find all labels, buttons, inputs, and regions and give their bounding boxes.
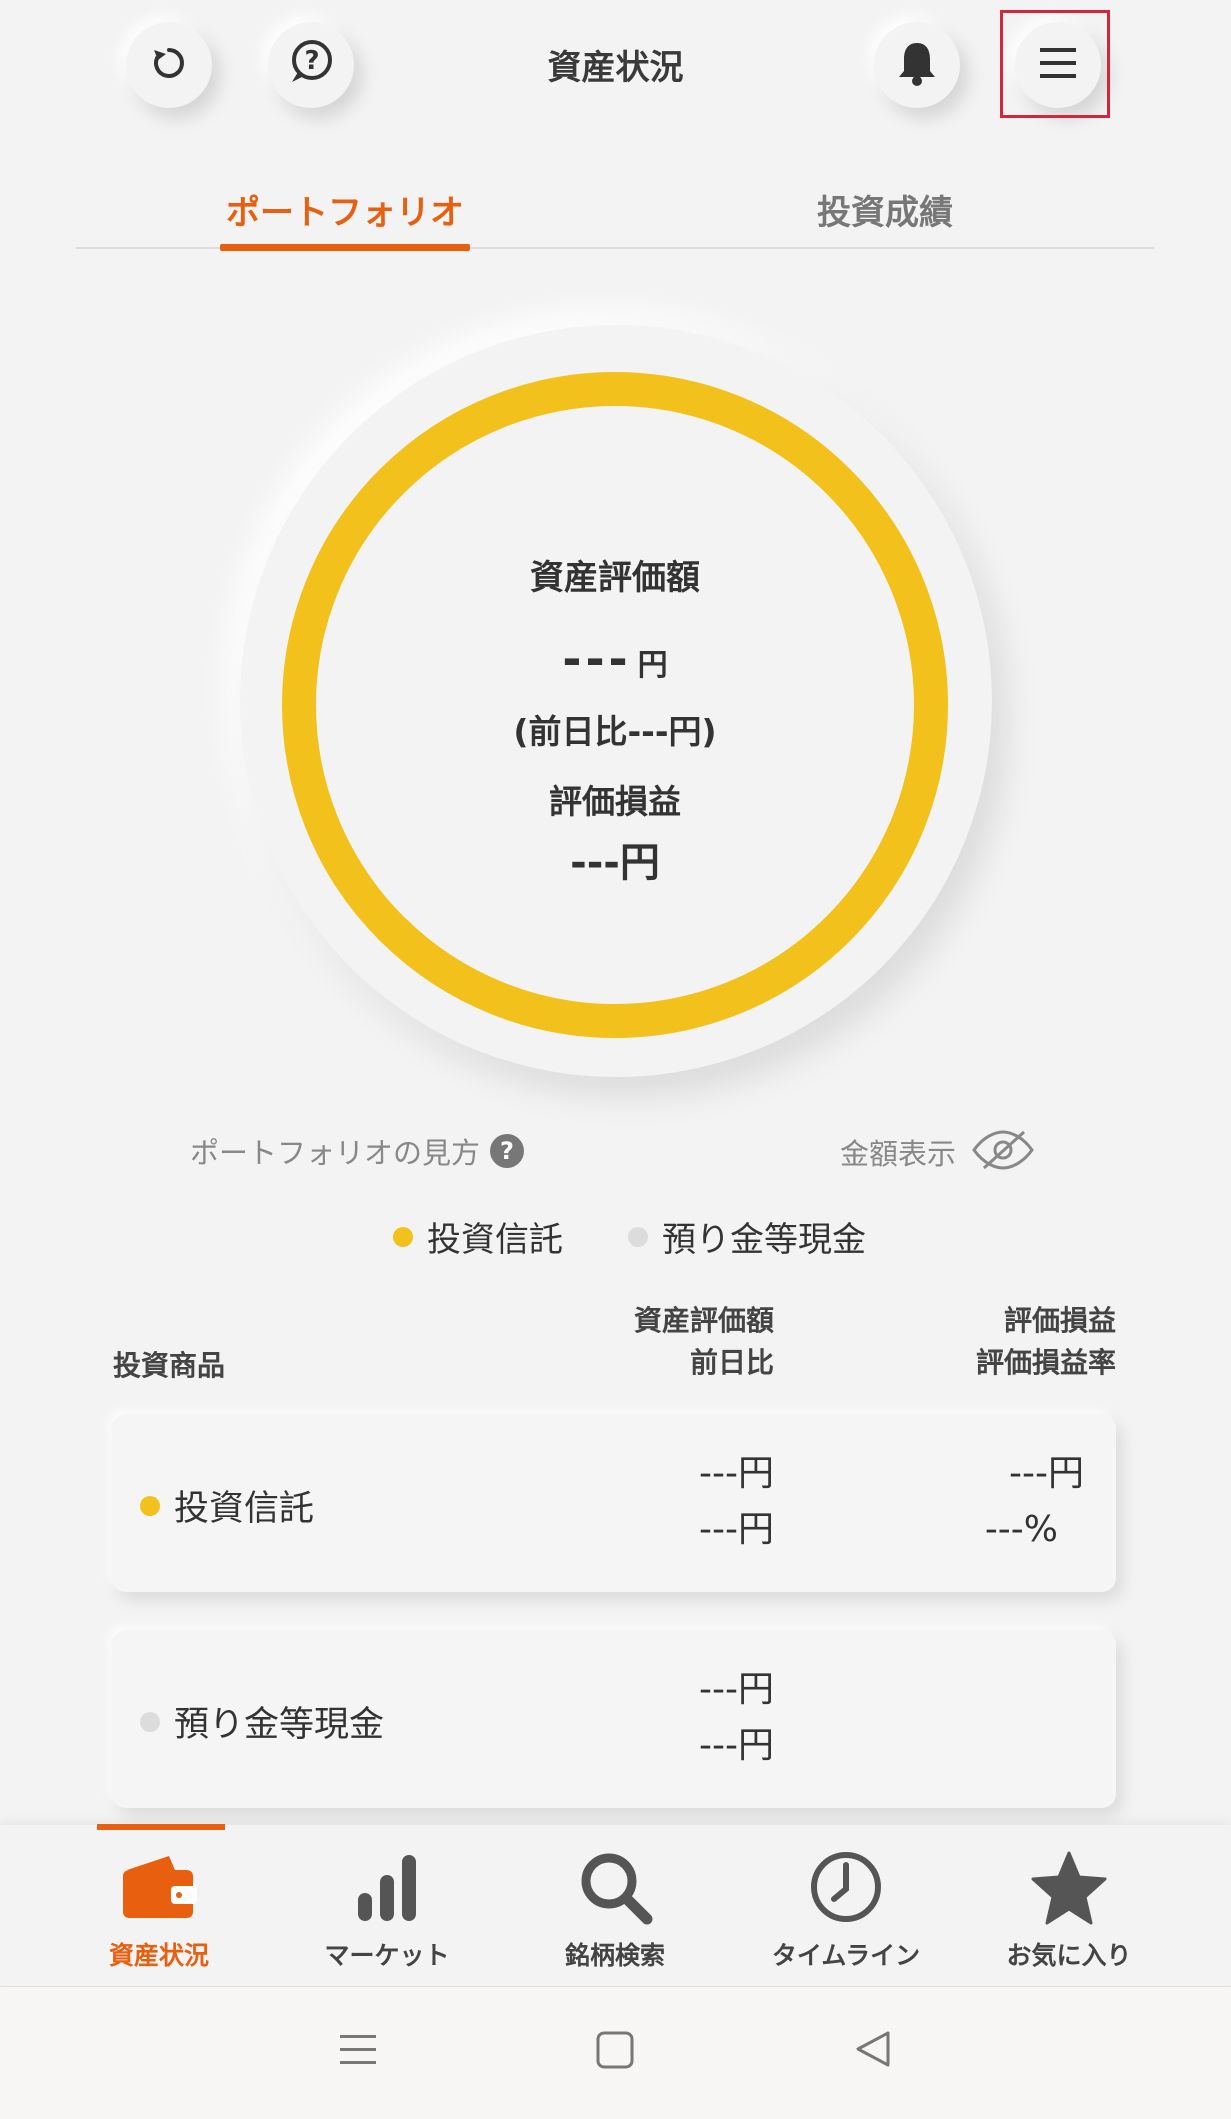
bar-chart-icon <box>287 1842 487 1932</box>
portfolio-help-label: ポートフォリオの見方 <box>190 1136 481 1170</box>
day-change: (前日比---円) <box>513 712 717 751</box>
clock-icon <box>746 1842 946 1932</box>
row-pl-amount: ---円 <box>1009 1453 1084 1494</box>
row-dot <box>140 1495 160 1516</box>
legend-label: 預り金等現金 <box>662 1220 866 1260</box>
asset-value-label: 資産評価額 <box>530 558 700 598</box>
bell-icon <box>895 39 939 91</box>
nav-item-market[interactable]: マーケット <box>287 1842 487 1972</box>
row-pl: ---円 ---% <box>892 1446 1084 1558</box>
show-amount-label: 金額表示 <box>840 1137 957 1171</box>
eye-slash-icon <box>970 1128 1036 1176</box>
back-icon[interactable] <box>854 2029 892 2073</box>
nav-label: 資産状況 <box>108 1941 209 1970</box>
nav-item-search[interactable]: 銘柄検索 <box>515 1842 715 1972</box>
row-product: 預り金等現金 <box>140 1696 384 1747</box>
nav-active-indicator <box>97 1824 225 1830</box>
recent-apps-icon[interactable] <box>338 2029 378 2073</box>
table-row[interactable]: 投資信託 ---円 ---円 ---円 ---% <box>112 1414 1116 1592</box>
row-product: 投資信託 <box>140 1480 314 1531</box>
row-value-change: ---円 <box>699 1509 774 1550</box>
nav-label: お気に入り <box>1006 1941 1132 1970</box>
tab-portfolio[interactable]: ポートフォリオ <box>195 185 495 234</box>
system-nav-bar <box>0 1986 1231 2119</box>
col-header-value-line1: 資産評価額 <box>633 1304 774 1337</box>
row-value: ---円 ---円 <box>612 1662 774 1774</box>
row-product-name: 預り金等現金 <box>174 1705 385 1745</box>
profit-loss-label: 評価損益 <box>549 782 681 821</box>
row-value-change: ---円 <box>699 1725 774 1766</box>
col-header-product: 投資商品 <box>113 1349 226 1382</box>
home-icon[interactable] <box>596 2031 634 2073</box>
tab-performance[interactable]: 投資成績 <box>735 185 1035 234</box>
star-icon <box>969 1842 1169 1932</box>
row-pl-rate: ---% <box>984 1509 1058 1550</box>
asset-value-unit: 円 <box>637 648 668 683</box>
portfolio-help-link[interactable]: ポートフォリオの見方 ? <box>190 1130 525 1172</box>
nav-item-favorites[interactable]: お気に入り <box>969 1842 1169 1972</box>
col-header-pl: 評価損益 評価損益率 <box>900 1300 1116 1384</box>
asset-value: --- 円 <box>282 632 948 686</box>
nav-label: タイムライン <box>771 1941 921 1970</box>
row-value-amount: ---円 <box>699 1669 774 1710</box>
menu-highlight-box <box>1000 10 1110 118</box>
profit-loss-value: ---円 <box>570 840 660 886</box>
show-amount-toggle[interactable]: 金額表示 <box>840 1128 1036 1176</box>
table-row[interactable]: 預り金等現金 ---円 ---円 <box>112 1630 1116 1808</box>
search-icon <box>515 1842 715 1932</box>
row-value-amount: ---円 <box>699 1453 774 1494</box>
nav-label: マーケット <box>324 1941 450 1970</box>
row-dot <box>140 1711 160 1732</box>
tab-active-indicator <box>220 244 470 251</box>
col-header-pl-line2: 評価損益率 <box>975 1346 1116 1379</box>
nav-label: 銘柄検索 <box>564 1941 665 1970</box>
question-icon: ? <box>490 1134 525 1168</box>
legend-item-investment-trust: 投資信託 <box>393 1212 563 1261</box>
row-product-name: 投資信託 <box>174 1489 315 1529</box>
wallet-icon <box>59 1842 259 1932</box>
legend-label: 投資信託 <box>427 1220 563 1260</box>
row-value: ---円 ---円 <box>612 1446 774 1558</box>
legend-dot <box>393 1226 413 1247</box>
notification-button[interactable] <box>874 22 960 108</box>
col-header-value: 資産評価額 前日比 <box>560 1300 774 1384</box>
nav-item-assets[interactable]: 資産状況 <box>59 1842 259 1972</box>
asset-value-number: --- <box>562 632 632 686</box>
col-header-value-line2: 前日比 <box>689 1346 774 1379</box>
nav-item-timeline[interactable]: タイムライン <box>746 1842 946 1972</box>
legend-dot <box>628 1226 648 1247</box>
legend-item-cash: 預り金等現金 <box>628 1212 866 1261</box>
col-header-pl-line1: 評価損益 <box>1003 1304 1116 1337</box>
